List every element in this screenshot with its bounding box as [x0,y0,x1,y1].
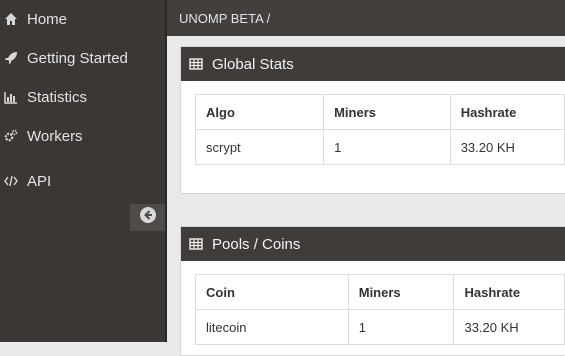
table-header-row: Coin Miners Hashrate [195,274,565,310]
sidebar-item-label: Workers [27,127,83,145]
column-header[interactable]: Miners [323,94,451,130]
column-header[interactable]: Hashrate [449,94,565,130]
global-stats-panel: Global Stats Algo Miners Hashrate scrypt… [180,46,565,194]
bar-chart-icon [4,90,18,104]
table-cell: litecoin [195,309,349,345]
table-cell: 33.20 KH [449,129,565,165]
sidebar-item-label: API [27,172,52,190]
sidebar-divider [165,0,167,342]
sidebar-item-workers[interactable]: Workers [0,122,165,150]
code-icon [4,174,18,188]
breadcrumb: UNOMP BETA / [179,10,271,26]
pools-coins-panel: Pools / Coins Coin Miners Hashrate litec… [180,226,565,356]
sidebar-item-getting-started[interactable]: Getting Started [0,44,165,72]
rocket-icon [4,51,18,65]
table-icon [189,57,203,71]
table-cell: 1 [347,309,455,345]
sidebar-item-api[interactable]: API [0,167,165,195]
column-header[interactable]: Hashrate [453,274,565,310]
sidebar-item-label: Home [27,10,68,28]
sidebar-item-label: Statistics [27,88,88,106]
panel-header: Global Stats [181,47,565,81]
home-icon [4,12,18,26]
arrow-left-circle-icon [139,206,157,229]
global-stats-table: Algo Miners Hashrate scrypt 1 33.20 KH [194,94,565,165]
column-header[interactable]: Coin [195,274,349,310]
sidebar-item-label: Getting Started [27,49,128,67]
sidebar-collapse-button[interactable] [130,204,165,231]
panel-header: Pools / Coins [181,227,565,261]
gears-icon [4,129,18,143]
sidebar-item-home[interactable]: Home [0,5,165,33]
panel-title: Global Stats [212,55,294,73]
table-row: litecoin 1 33.20 KH [195,309,565,345]
sidebar-item-statistics[interactable]: Statistics [0,83,165,111]
table-cell: scrypt [194,129,325,165]
topbar: UNOMP BETA / [167,0,565,36]
table-cell: 33.20 KH [453,309,565,345]
panel-title: Pools / Coins [212,235,301,253]
sidebar: Home Getting Started Statistics Workers … [0,0,165,342]
pools-table: Coin Miners Hashrate litecoin 1 33.20 KH [195,274,565,345]
table-cell: 1 [323,129,451,165]
table-icon [189,237,203,251]
column-header[interactable]: Miners [347,274,455,310]
table-header-row: Algo Miners Hashrate [194,94,565,130]
column-header[interactable]: Algo [194,94,325,130]
table-row: scrypt 1 33.20 KH [194,129,565,165]
